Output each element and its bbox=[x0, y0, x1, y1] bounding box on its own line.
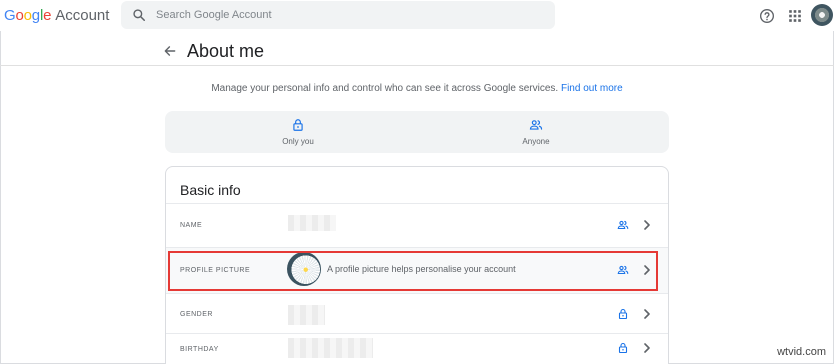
find-out-more-link[interactable]: Find out more bbox=[561, 83, 623, 94]
page-title: About me bbox=[187, 41, 265, 61]
people-icon bbox=[529, 120, 543, 130]
search-box[interactable]: Search Google Account bbox=[121, 1, 555, 29]
search-icon bbox=[133, 9, 146, 22]
top-bar: Google Account Search Google Account bbox=[0, 0, 834, 31]
gender-value-blurred bbox=[288, 305, 325, 325]
legend-anyone: Anyone bbox=[471, 118, 601, 146]
intro-description: Manage your personal info and control wh… bbox=[211, 83, 561, 94]
chevron-right-icon bbox=[644, 220, 650, 230]
visibility-legend: Only you Anyone bbox=[165, 111, 669, 153]
google-logo-text: Google bbox=[4, 7, 52, 24]
gender-label: GENDER bbox=[180, 311, 213, 318]
birthday-row[interactable]: BIRTHDAY bbox=[166, 333, 668, 364]
row-divider bbox=[166, 333, 668, 334]
row-divider bbox=[166, 293, 668, 294]
header-divider bbox=[0, 65, 834, 66]
chevron-right-icon bbox=[644, 309, 650, 319]
birthday-value-blurred bbox=[288, 338, 373, 358]
help-icon[interactable] bbox=[759, 8, 775, 24]
account-avatar[interactable] bbox=[811, 4, 833, 26]
row-divider bbox=[166, 203, 668, 204]
apps-grid-icon[interactable] bbox=[788, 9, 802, 23]
lock-icon bbox=[293, 119, 303, 131]
legend-only-you-label: Only you bbox=[282, 137, 314, 146]
name-label: NAME bbox=[180, 222, 203, 229]
google-account-logo[interactable]: Google Account bbox=[4, 7, 109, 24]
name-row[interactable]: NAME bbox=[166, 203, 668, 247]
birthday-label: BIRTHDAY bbox=[180, 346, 219, 353]
lock-icon bbox=[618, 342, 628, 354]
lock-icon bbox=[618, 308, 628, 320]
people-icon bbox=[617, 220, 629, 230]
account-logo-text: Account bbox=[55, 7, 110, 24]
highlight-box bbox=[168, 251, 658, 291]
search-input[interactable]: Search Google Account bbox=[156, 9, 272, 21]
chevron-right-icon bbox=[644, 343, 650, 353]
watermark: wtvid.com bbox=[775, 345, 828, 359]
legend-anyone-label: Anyone bbox=[522, 137, 550, 146]
back-arrow-icon[interactable] bbox=[163, 44, 177, 58]
basic-info-title: Basic info bbox=[180, 182, 241, 198]
name-value-blurred bbox=[288, 215, 336, 231]
row-divider bbox=[166, 247, 668, 248]
intro-text: Manage your personal info and control wh… bbox=[0, 83, 834, 94]
gender-row[interactable]: GENDER bbox=[166, 293, 668, 337]
legend-only-you: Only you bbox=[233, 118, 363, 146]
